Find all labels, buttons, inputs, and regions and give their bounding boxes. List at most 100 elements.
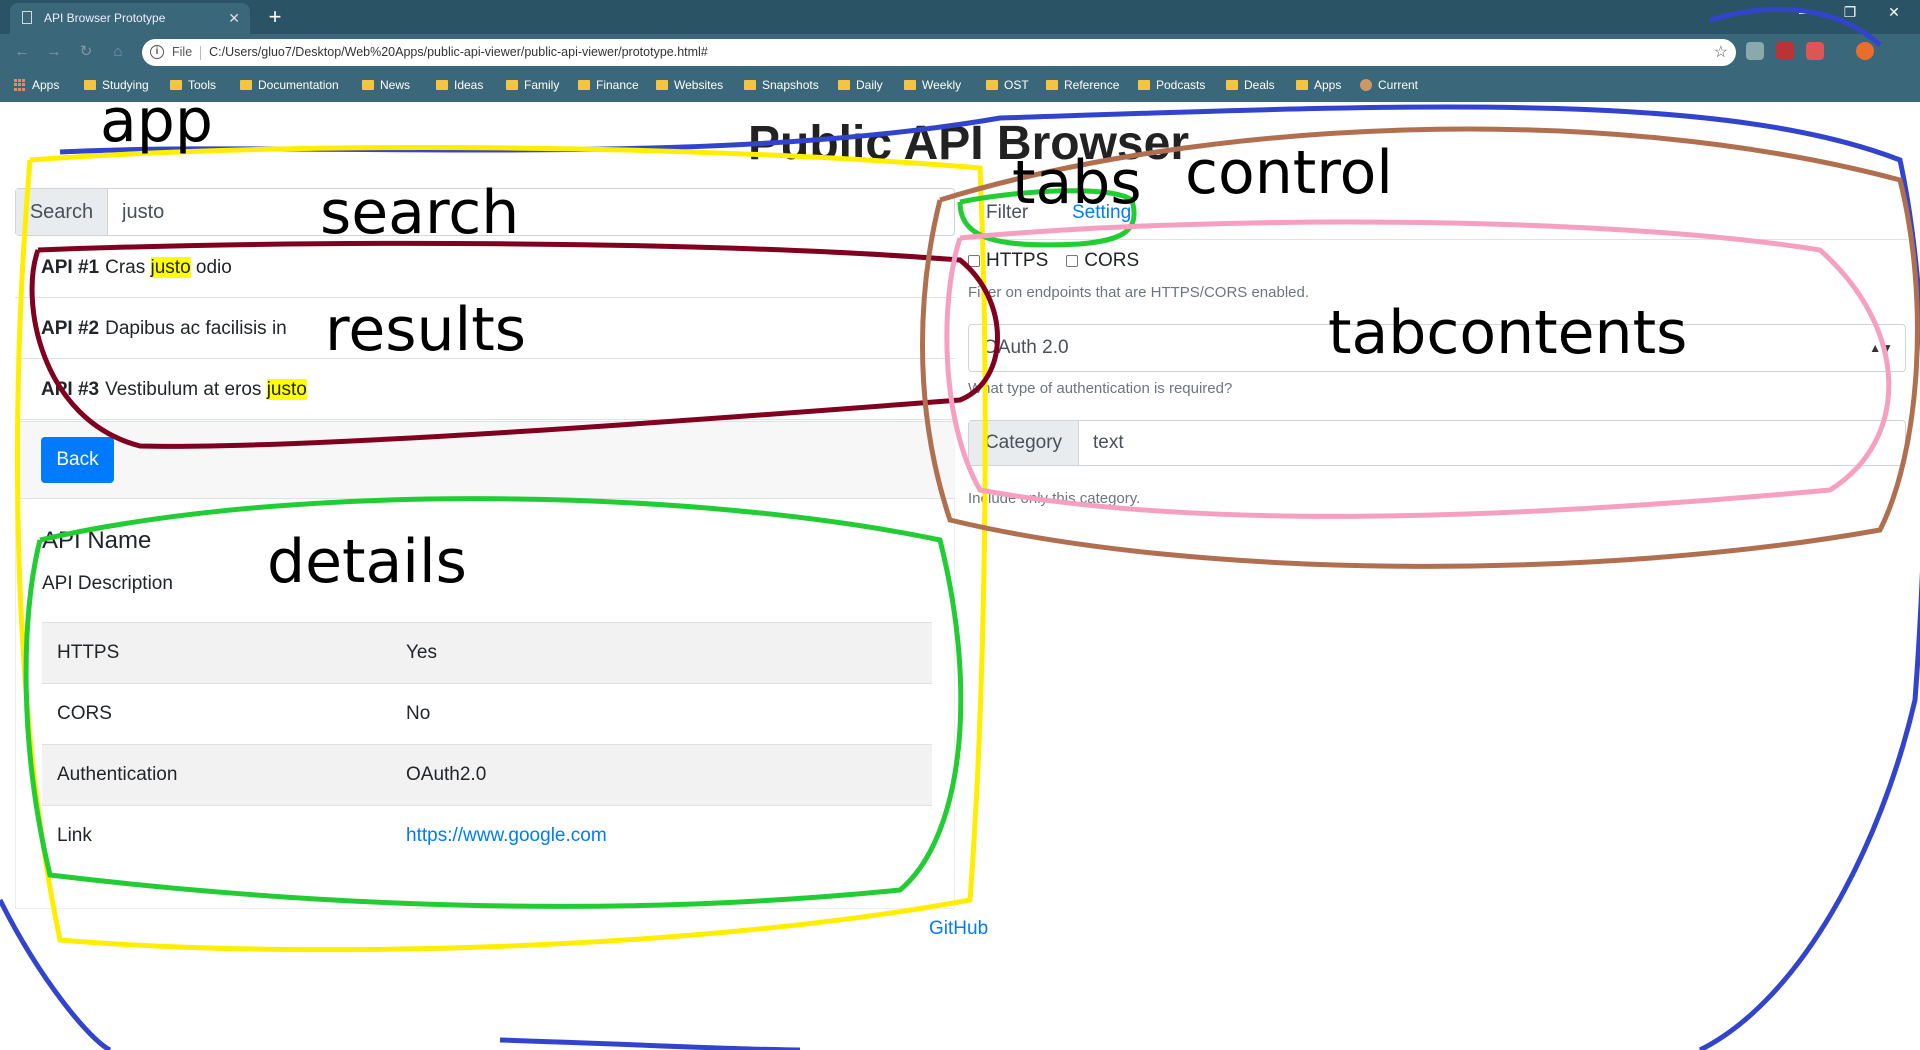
bookmark-label: Finance <box>596 78 639 92</box>
browser-toolbar: ← → ↻ ⌂ i File C:/Users/gluo7/Desktop/Web… <box>0 34 1920 70</box>
folder-icon <box>656 80 668 90</box>
extension-icon[interactable] <box>1746 42 1764 60</box>
table-row: HTTPS Yes <box>42 622 932 684</box>
detail-value: Yes <box>406 622 932 684</box>
result-text: Vestibulum at eros <box>105 379 267 400</box>
bookmark-daily[interactable]: Daily <box>838 78 883 92</box>
github-link[interactable]: GitHub <box>929 918 988 940</box>
close-window-button[interactable]: ✕ <box>1874 4 1914 21</box>
folder-icon <box>744 80 756 90</box>
detail-key: Link <box>42 805 406 867</box>
bookmark-label: Ideas <box>454 78 484 92</box>
bookmark-star-icon[interactable]: ☆ <box>1714 39 1728 66</box>
info-icon[interactable]: i <box>150 45 164 59</box>
checkbox-row: HTTPS CORS <box>968 250 1139 272</box>
category-help: Include only this category. <box>968 490 1141 507</box>
shield-icon[interactable] <box>1806 42 1824 60</box>
folder-icon <box>436 80 448 90</box>
detail-key: HTTPS <box>42 622 406 684</box>
search-input[interactable] <box>108 189 954 235</box>
annotation-app: app <box>100 86 213 156</box>
new-tab-button[interactable]: + <box>260 2 290 32</box>
bookmark-podcasts[interactable]: Podcasts <box>1138 78 1205 92</box>
bookmark-label: Current <box>1378 78 1419 92</box>
folder-icon <box>240 80 252 90</box>
bookmark-label: Apps <box>1314 78 1342 92</box>
bookmark-documentation[interactable]: Documentation <box>240 78 339 92</box>
folder-icon <box>838 80 850 90</box>
table-row: Link https://www.google.com <box>42 805 932 867</box>
https-checkbox[interactable]: HTTPS <box>968 250 1048 272</box>
reload-icon[interactable]: ↻ <box>76 42 96 62</box>
detail-value: OAuth2.0 <box>406 744 932 806</box>
api-name: API Name <box>42 527 152 554</box>
minimize-button[interactable]: — <box>1786 4 1826 20</box>
bookmark-news[interactable]: News <box>362 78 410 92</box>
result-item-3[interactable]: API #3 Vestibulum at eros justo <box>15 359 955 420</box>
bookmark-label: OST <box>1004 78 1029 92</box>
url-text: C:/Users/gluo7/Desktop/Web%20Apps/public… <box>209 45 708 59</box>
bookmark-label: Reference <box>1064 78 1120 92</box>
folder-icon <box>84 80 96 90</box>
address-bar[interactable]: i File C:/Users/gluo7/Desktop/Web%20Apps/… <box>142 39 1736 66</box>
details-table: HTTPS Yes CORS No Authentication OAuth2.0 L… <box>42 622 932 867</box>
bookmark-weekly[interactable]: Weekly <box>904 78 961 92</box>
bookmark-label: Daily <box>856 78 883 92</box>
apps-grid-icon <box>14 79 26 91</box>
forward-arrow-icon[interactable]: → <box>44 42 64 62</box>
bookmark-label: Deals <box>1244 78 1275 92</box>
category-group: Category <box>968 420 1906 466</box>
bookmark-label: Podcasts <box>1156 78 1206 92</box>
bookmark-family[interactable]: Family <box>506 78 559 92</box>
close-tab-icon[interactable]: ✕ <box>228 3 240 34</box>
bookmark-apps[interactable]: Apps <box>14 78 59 92</box>
cors-checkbox[interactable]: CORS <box>1066 250 1139 272</box>
result-highlight: justo <box>150 257 191 278</box>
avatar[interactable] <box>1856 42 1874 60</box>
checkbox-box[interactable] <box>968 255 980 267</box>
bookmark-snapshots[interactable]: Snapshots <box>744 78 819 92</box>
tab-title: API Browser Prototype <box>44 11 166 25</box>
bookmark-label: Apps <box>32 78 60 92</box>
document-icon <box>22 11 32 24</box>
checkbox-label: CORS <box>1084 250 1140 271</box>
bookmark-deals[interactable]: Deals <box>1226 78 1275 92</box>
home-icon[interactable]: ⌂ <box>108 42 128 62</box>
category-input[interactable] <box>1079 421 1905 465</box>
annotation-control: control <box>1185 138 1393 208</box>
maximize-button[interactable]: ❐ <box>1830 4 1870 21</box>
back-button[interactable]: Back <box>41 437 114 483</box>
bookmark-label: Snapshots <box>762 78 819 92</box>
result-id: API #1 <box>41 257 100 278</box>
search-label: Search <box>16 189 108 235</box>
bookmark-websites[interactable]: Websites <box>656 78 723 92</box>
bookmark-apps-2[interactable]: Apps <box>1296 78 1341 92</box>
folder-icon <box>1296 80 1308 90</box>
ublock-icon[interactable] <box>1776 42 1794 60</box>
result-id: API #2 <box>41 318 100 339</box>
annotation-details: details <box>267 527 467 597</box>
checkbox-label: HTTPS <box>986 250 1049 271</box>
select-caret-icon: ▲▼ <box>1869 341 1893 355</box>
result-id: API #3 <box>41 379 100 400</box>
folder-icon <box>986 80 998 90</box>
folder-icon <box>506 80 518 90</box>
bookmark-reference[interactable]: Reference <box>1046 78 1119 92</box>
bookmark-current[interactable]: Current <box>1360 78 1418 92</box>
annotation-search: search <box>320 178 520 248</box>
bookmark-label: News <box>380 78 411 92</box>
bookmark-label: Documentation <box>258 78 339 92</box>
checkbox-box[interactable] <box>1066 255 1079 267</box>
folder-icon <box>1138 80 1150 90</box>
bookmark-ost[interactable]: OST <box>986 78 1029 92</box>
bookmark-finance[interactable]: Finance <box>578 78 639 92</box>
folder-icon <box>578 80 590 90</box>
browser-tab[interactable]: API Browser Prototype ✕ <box>10 3 250 34</box>
checkbox-help: Filter on endpoints that are HTTPS/CORS … <box>968 284 1310 301</box>
back-arrow-icon[interactable]: ← <box>12 42 32 62</box>
detail-link[interactable]: https://www.google.com <box>406 825 607 846</box>
bookmark-ideas[interactable]: Ideas <box>436 78 483 92</box>
folder-icon <box>904 80 916 90</box>
bookmarks-bar: Apps Studying Tools Documentation News I… <box>0 70 1920 102</box>
folder-icon <box>362 80 374 90</box>
